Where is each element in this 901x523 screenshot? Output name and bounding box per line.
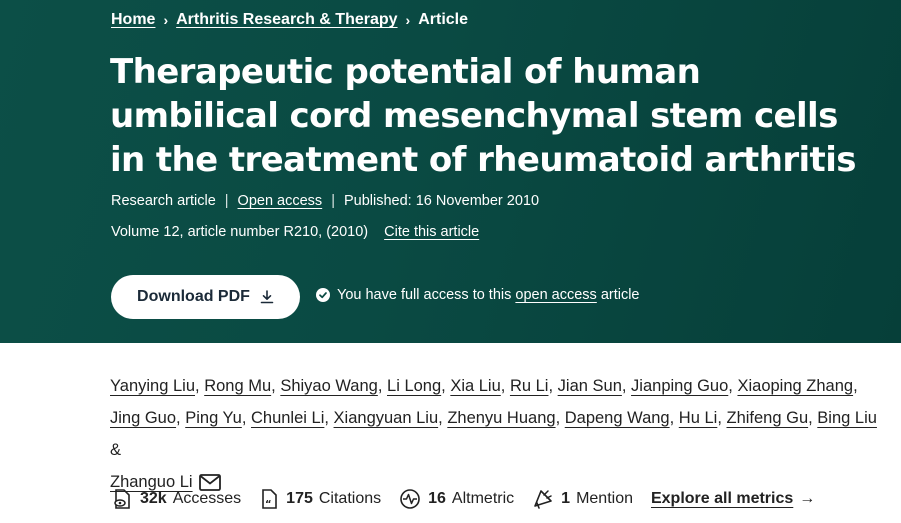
- access-suffix: article: [600, 287, 640, 303]
- mention-label: Mention: [576, 490, 633, 507]
- author-link[interactable]: Li Long: [387, 377, 441, 395]
- breadcrumb: Home › Arthritis Research & Therapy › Ar…: [111, 9, 468, 31]
- altmetric-label: Altmetric: [451, 490, 515, 507]
- divider: |: [224, 193, 229, 209]
- metric-accesses: 32k Accesses: [111, 488, 241, 510]
- metric-mentions: 1 Mention: [532, 488, 633, 510]
- author-link[interactable]: Jianping Guo: [631, 377, 728, 395]
- author-link[interactable]: Dapeng Wang: [565, 409, 670, 427]
- author-link[interactable]: Chunlei Li: [251, 409, 324, 427]
- author-link[interactable]: Ping Yu: [185, 409, 242, 427]
- author-link[interactable]: Rong Mu: [204, 377, 271, 395]
- page-title: Therapeutic potential of human umbilical…: [110, 52, 856, 180]
- citation-icon: “: [262, 489, 277, 510]
- download-pdf-label: Download PDF: [137, 288, 250, 305]
- access-prefix: You have full access to this: [337, 287, 512, 303]
- author-link[interactable]: Xiangyuan Liu: [334, 409, 439, 427]
- author-link[interactable]: Yanying Liu: [110, 377, 195, 395]
- metric-citations: “ 175 Citations: [259, 488, 381, 510]
- author-link[interactable]: Bing Liu: [817, 409, 877, 427]
- mention-count: 1: [561, 490, 571, 507]
- arrow-right-icon: →: [799, 490, 816, 507]
- article-metrics: 32k Accesses “ 175 Citations 16 Altmetri…: [111, 488, 815, 510]
- article-citation-meta: Volume 12, article number R210, (2010) C…: [111, 224, 479, 240]
- accesses-count: 32k: [140, 490, 167, 507]
- author-list: Yanying Liu, Rong Mu, Shiyao Wang, Li Lo…: [110, 377, 877, 491]
- chevron-right-icon: ›: [163, 12, 169, 28]
- published-date: Published: 16 November 2010: [343, 193, 540, 209]
- author-link[interactable]: Ru Li: [510, 377, 549, 395]
- author-link[interactable]: Shiyao Wang: [280, 377, 378, 395]
- author-link[interactable]: Hu Li: [679, 409, 718, 427]
- breadcrumb-journal-link[interactable]: Arthritis Research & Therapy: [176, 11, 397, 29]
- svg-text:“: “: [265, 499, 272, 510]
- altmetric-icon: [400, 489, 420, 509]
- check-circle-icon: [316, 288, 330, 302]
- article-meta: Research article | Open access | Publish…: [111, 193, 539, 209]
- access-status: You have full access to this open access…: [316, 287, 640, 303]
- author-and: &: [110, 441, 122, 459]
- cite-article-link[interactable]: Cite this article: [384, 224, 479, 240]
- download-pdf-button[interactable]: Download PDF: [111, 275, 300, 319]
- divider: |: [331, 193, 335, 209]
- breadcrumb-current: Article: [418, 11, 468, 28]
- accesses-label: Accesses: [172, 490, 242, 507]
- author-link[interactable]: Xiaoping Zhang: [737, 377, 853, 395]
- volume-info: Volume 12, article number R210, (2010): [111, 224, 369, 240]
- chevron-right-icon: ›: [405, 12, 411, 28]
- author-link[interactable]: Jian Sun: [558, 377, 622, 395]
- author-link[interactable]: Zhifeng Gu: [726, 409, 808, 427]
- breadcrumb-home-link[interactable]: Home: [111, 11, 155, 29]
- author-link[interactable]: Xia Liu: [450, 377, 500, 395]
- citations-label: Citations: [318, 490, 382, 507]
- author-link[interactable]: Zhenyu Huang: [447, 409, 555, 427]
- article-type: Research article: [111, 193, 216, 209]
- download-icon: [260, 290, 274, 304]
- access-open-access-link[interactable]: open access: [515, 287, 596, 303]
- megaphone-icon: [534, 490, 552, 509]
- citations-count: 175: [286, 490, 313, 507]
- eye-document-icon: [114, 489, 130, 509]
- explore-metrics-link[interactable]: Explore all metrics: [651, 490, 793, 508]
- author-link[interactable]: Jing Guo: [110, 409, 176, 427]
- metric-altmetric: 16 Altmetric: [399, 488, 514, 510]
- article-header: Home › Arthritis Research & Therapy › Ar…: [0, 0, 901, 343]
- open-access-link[interactable]: Open access: [238, 193, 323, 209]
- altmetric-score: 16: [428, 490, 446, 507]
